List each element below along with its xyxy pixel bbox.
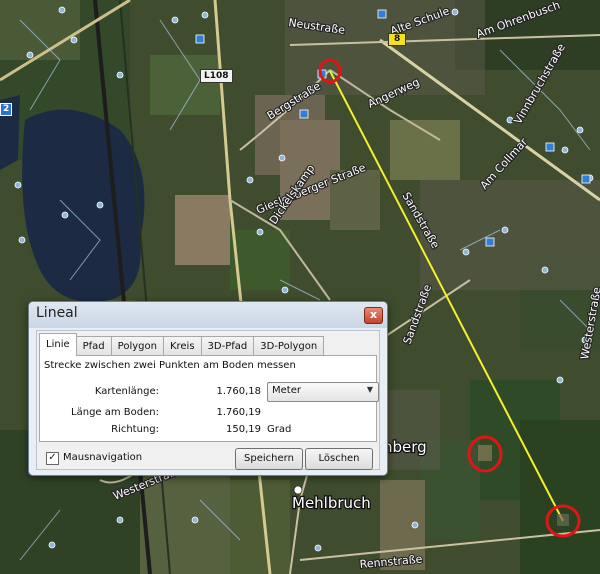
- chevron-down-icon: ▼: [366, 385, 373, 394]
- measure-description: Strecke zwischen zwei Punkten am Boden m…: [44, 360, 296, 371]
- tab-kreis[interactable]: Kreis: [162, 336, 202, 356]
- road-shield-8: 8: [388, 33, 407, 46]
- close-button[interactable]: x: [364, 307, 383, 324]
- dialog-title: Lineal: [36, 305, 78, 321]
- heading-value: 150,19: [226, 424, 261, 435]
- close-icon: x: [369, 308, 378, 321]
- ground-length-value: 1.760,19: [216, 407, 261, 418]
- tab-pfad[interactable]: Pfad: [75, 336, 112, 356]
- dialog-titlebar[interactable]: Lineal x: [29, 302, 387, 328]
- map-length-label: Kartenlänge:: [94, 386, 159, 397]
- heading-unit: Grad: [267, 424, 292, 435]
- ground-length-label: Länge am Boden:: [71, 407, 159, 418]
- heading-label: Richtung:: [111, 424, 159, 435]
- unit-select-value: Meter: [272, 385, 301, 396]
- road-shield-2: 2: [0, 103, 13, 116]
- clear-button[interactable]: Löschen: [305, 448, 373, 470]
- town-label-gieslenberg: nberg: [383, 438, 427, 456]
- map-length-value: 1.760,18: [216, 386, 261, 397]
- unit-select[interactable]: Meter ▼: [267, 382, 379, 402]
- tab-linie[interactable]: Linie: [39, 333, 77, 356]
- tab-3d-pfad[interactable]: 3D-Pfad: [200, 336, 255, 356]
- tab-polygon[interactable]: Polygon: [110, 336, 164, 356]
- check-icon: ✓: [48, 452, 57, 463]
- satellite-map[interactable]: Neustraße Alte Schule Am Ohrenbusch Vinn…: [0, 0, 600, 574]
- ruler-dialog: Lineal x Linie Pfad Polygon Kreis 3D-Pfa…: [28, 301, 388, 476]
- mouse-navigation-label[interactable]: Mausnavigation: [63, 452, 142, 463]
- tab-panel-linie: Strecke zwischen zwei Punkten am Boden m…: [39, 355, 379, 442]
- town-label-mehlbruch: Mehlbruch: [292, 494, 371, 512]
- mouse-navigation-checkbox[interactable]: ✓: [46, 452, 59, 465]
- save-button[interactable]: Speichern: [235, 448, 303, 470]
- tab-3d-polygon[interactable]: 3D-Polygon: [253, 336, 325, 356]
- road-shield-l108: L108: [200, 69, 233, 83]
- tab-bar: Linie Pfad Polygon Kreis 3D-Pfad 3D-Poly…: [39, 333, 325, 356]
- dialog-body: Linie Pfad Polygon Kreis 3D-Pfad 3D-Poly…: [36, 330, 380, 470]
